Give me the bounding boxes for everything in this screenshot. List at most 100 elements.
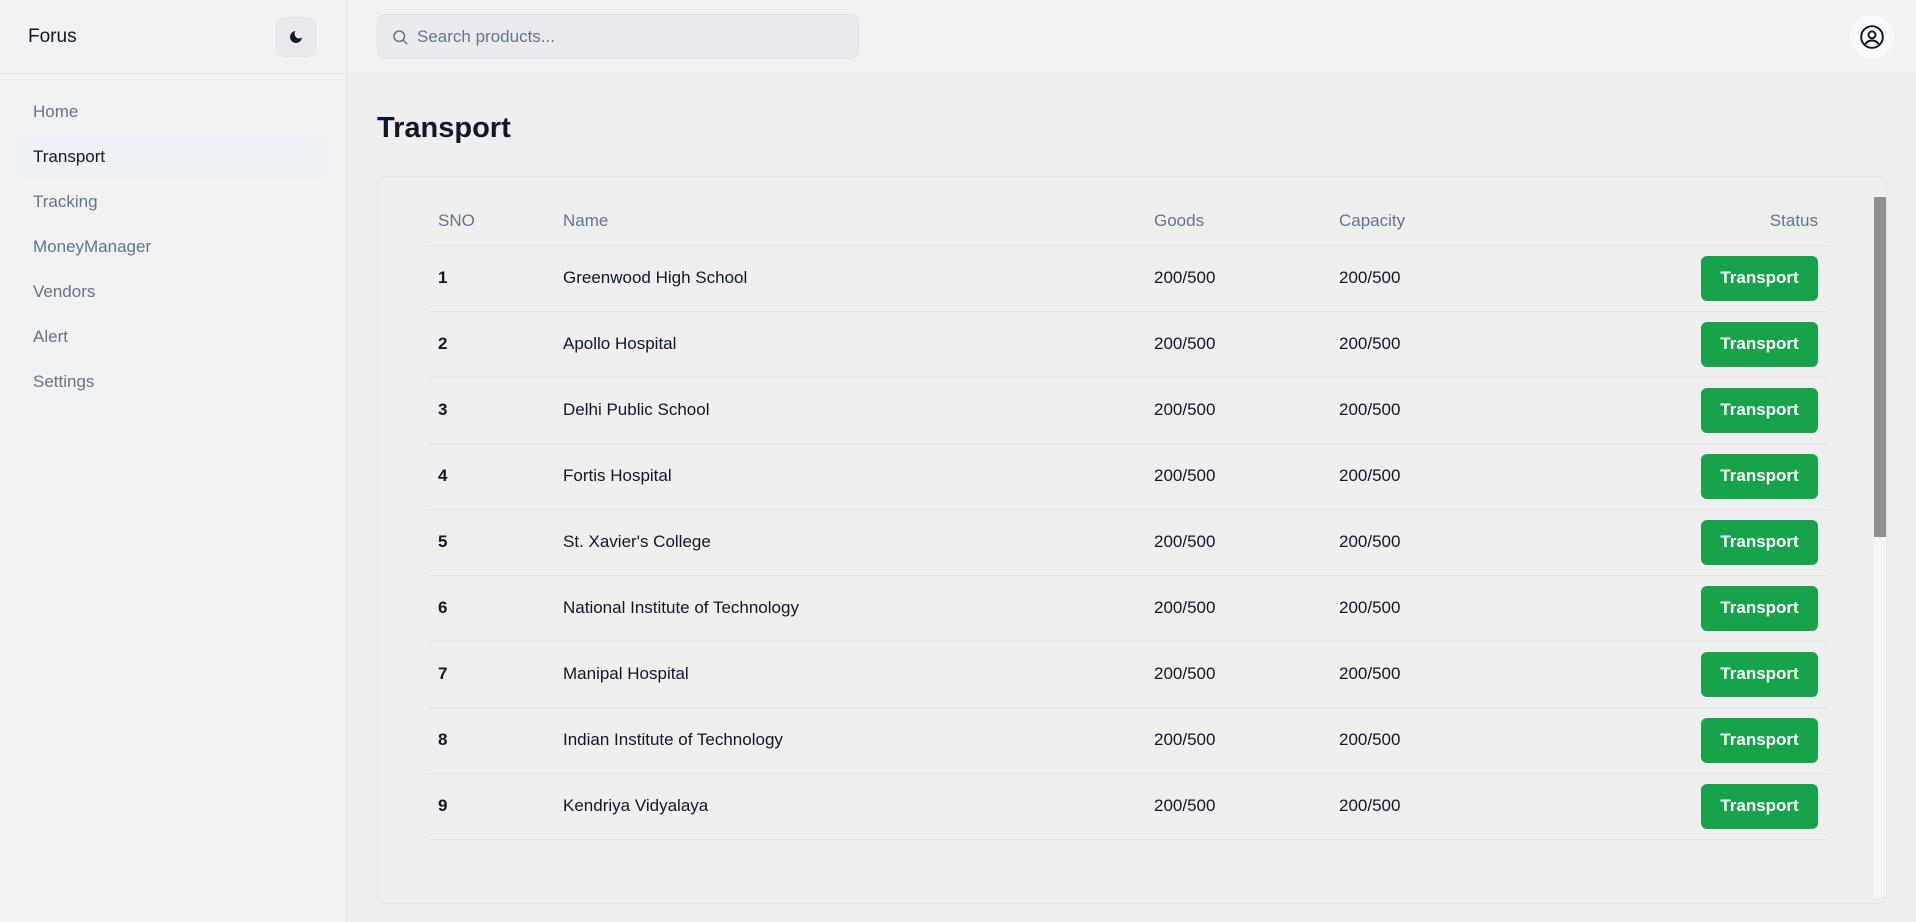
cell-sno: 4 xyxy=(428,443,553,510)
cell-status: Transport xyxy=(1629,311,1828,378)
transport-button[interactable]: Transport xyxy=(1701,651,1818,697)
cell-status: Transport xyxy=(1629,641,1828,708)
cell-goods: 200/500 xyxy=(1144,311,1329,378)
sidebar-header: Forus xyxy=(0,0,346,74)
table-row: 7 Manipal Hospital 200/500 200/500 Trans… xyxy=(428,641,1828,708)
cell-capacity: 200/500 xyxy=(1329,509,1629,576)
cell-status: Transport xyxy=(1629,443,1828,510)
column-header-name[interactable]: Name xyxy=(553,197,1144,246)
cell-goods: 200/500 xyxy=(1144,641,1329,708)
cell-capacity: 200/500 xyxy=(1329,443,1629,510)
cell-sno: 6 xyxy=(428,575,553,642)
cell-name: Fortis Hospital xyxy=(553,443,1144,510)
page-title: Transport xyxy=(377,112,511,144)
table-row: 2 Apollo Hospital 200/500 200/500 Transp… xyxy=(428,311,1828,378)
sidebar-item-label: Home xyxy=(33,102,79,121)
sidebar-item-vendors[interactable]: Vendors xyxy=(18,270,328,314)
account-button[interactable] xyxy=(1850,14,1894,59)
cell-sno: 1 xyxy=(428,245,553,312)
table-row: 5 St. Xavier's College 200/500 200/500 T… xyxy=(428,509,1828,576)
sidebar-item-moneymanager[interactable]: MoneyManager xyxy=(18,225,328,269)
table-row: 1 Greenwood High School 200/500 200/500 … xyxy=(428,245,1828,312)
cell-goods: 200/500 xyxy=(1144,707,1329,774)
sidebar-item-label: Vendors xyxy=(33,282,96,301)
cell-status: Transport xyxy=(1629,773,1828,840)
cell-sno: 3 xyxy=(428,377,553,444)
table-row: 4 Fortis Hospital 200/500 200/500 Transp… xyxy=(428,443,1828,510)
transport-button[interactable]: Transport xyxy=(1701,255,1818,301)
sidebar-item-label: Tracking xyxy=(33,192,98,211)
cell-sno: 7 xyxy=(428,641,553,708)
cell-capacity: 200/500 xyxy=(1329,773,1629,840)
sidebar-item-settings[interactable]: Settings xyxy=(18,360,328,404)
table-row: 9 Kendriya Vidyalaya 200/500 200/500 Tra… xyxy=(428,773,1828,840)
table-row: 3 Delhi Public School 200/500 200/500 Tr… xyxy=(428,377,1828,444)
scrollbar-thumb[interactable] xyxy=(1874,197,1886,537)
brand-logo[interactable]: Forus xyxy=(28,26,77,48)
sidebar-item-home[interactable]: Home xyxy=(18,90,328,134)
sidebar-item-label: Settings xyxy=(33,372,95,391)
cell-status: Transport xyxy=(1629,245,1828,312)
sidebar-item-label: Alert xyxy=(33,327,68,346)
top-bar xyxy=(347,0,1916,74)
search-box[interactable] xyxy=(377,14,859,59)
sidebar-nav: Home Transport Tracking MoneyManager Ven… xyxy=(0,74,346,421)
cell-status: Transport xyxy=(1629,575,1828,642)
sidebar: Forus Home Transport Tracking MoneyManag… xyxy=(0,0,347,922)
cell-goods: 200/500 xyxy=(1144,509,1329,576)
moon-icon xyxy=(290,30,302,43)
cell-goods: 200/500 xyxy=(1144,575,1329,642)
app-root: Forus Home Transport Tracking MoneyManag… xyxy=(0,0,1916,922)
cell-name: Apollo Hospital xyxy=(553,311,1144,378)
cell-capacity: 200/500 xyxy=(1329,707,1629,774)
transport-button[interactable]: Transport xyxy=(1701,387,1818,433)
sidebar-item-label: MoneyManager xyxy=(33,237,152,256)
transport-table: SNO Name Goods Capacity Status 1 Greenwo… xyxy=(428,197,1828,840)
main-area: Transport SNO Name Goods Capacity Status xyxy=(347,0,1916,922)
column-header-status[interactable]: Status xyxy=(1629,197,1828,246)
cell-goods: 200/500 xyxy=(1144,377,1329,444)
cell-capacity: 200/500 xyxy=(1329,641,1629,708)
cell-goods: 200/500 xyxy=(1144,443,1329,510)
column-header-sno[interactable]: SNO xyxy=(428,197,553,246)
sidebar-item-label: Transport xyxy=(33,147,106,166)
cell-name: St. Xavier's College xyxy=(553,509,1144,576)
transport-button[interactable]: Transport xyxy=(1701,453,1818,499)
column-header-capacity[interactable]: Capacity xyxy=(1329,197,1629,246)
transport-button[interactable]: Transport xyxy=(1701,585,1818,631)
theme-toggle-button[interactable] xyxy=(276,16,316,57)
cell-name: Indian Institute of Technology xyxy=(553,707,1144,774)
sidebar-item-transport[interactable]: Transport xyxy=(18,135,328,179)
transport-button[interactable]: Transport xyxy=(1701,519,1818,565)
cell-capacity: 200/500 xyxy=(1329,311,1629,378)
cell-name: Kendriya Vidyalaya xyxy=(553,773,1144,840)
cell-capacity: 200/500 xyxy=(1329,575,1629,642)
transport-button[interactable]: Transport xyxy=(1701,717,1818,763)
cell-name: Greenwood High School xyxy=(553,245,1144,312)
cell-status: Transport xyxy=(1629,509,1828,576)
column-header-goods[interactable]: Goods xyxy=(1144,197,1329,246)
table-card: SNO Name Goods Capacity Status 1 Greenwo… xyxy=(377,176,1887,904)
table-row: 6 National Institute of Technology 200/5… xyxy=(428,575,1828,642)
content: Transport SNO Name Goods Capacity Status xyxy=(347,74,1916,904)
transport-button[interactable]: Transport xyxy=(1701,321,1818,367)
cell-status: Transport xyxy=(1629,707,1828,774)
cell-goods: 200/500 xyxy=(1144,773,1329,840)
cell-sno: 8 xyxy=(428,707,553,774)
table-header-row: SNO Name Goods Capacity Status xyxy=(428,197,1828,246)
sidebar-item-alert[interactable]: Alert xyxy=(18,315,328,359)
cell-name: Manipal Hospital xyxy=(553,641,1144,708)
search-icon xyxy=(393,29,408,44)
sidebar-item-tracking[interactable]: Tracking xyxy=(18,180,328,224)
cell-goods: 200/500 xyxy=(1144,245,1329,312)
cell-sno: 9 xyxy=(428,773,553,840)
cell-capacity: 200/500 xyxy=(1329,245,1629,312)
user-circle-icon xyxy=(1860,24,1884,49)
cell-capacity: 200/500 xyxy=(1329,377,1629,444)
cell-status: Transport xyxy=(1629,377,1828,444)
table-row: 8 Indian Institute of Technology 200/500… xyxy=(428,707,1828,774)
cell-name: National Institute of Technology xyxy=(553,575,1144,642)
table-wrapper: SNO Name Goods Capacity Status 1 Greenwo… xyxy=(428,197,1828,840)
search-input[interactable] xyxy=(417,26,837,47)
transport-button[interactable]: Transport xyxy=(1701,783,1818,829)
